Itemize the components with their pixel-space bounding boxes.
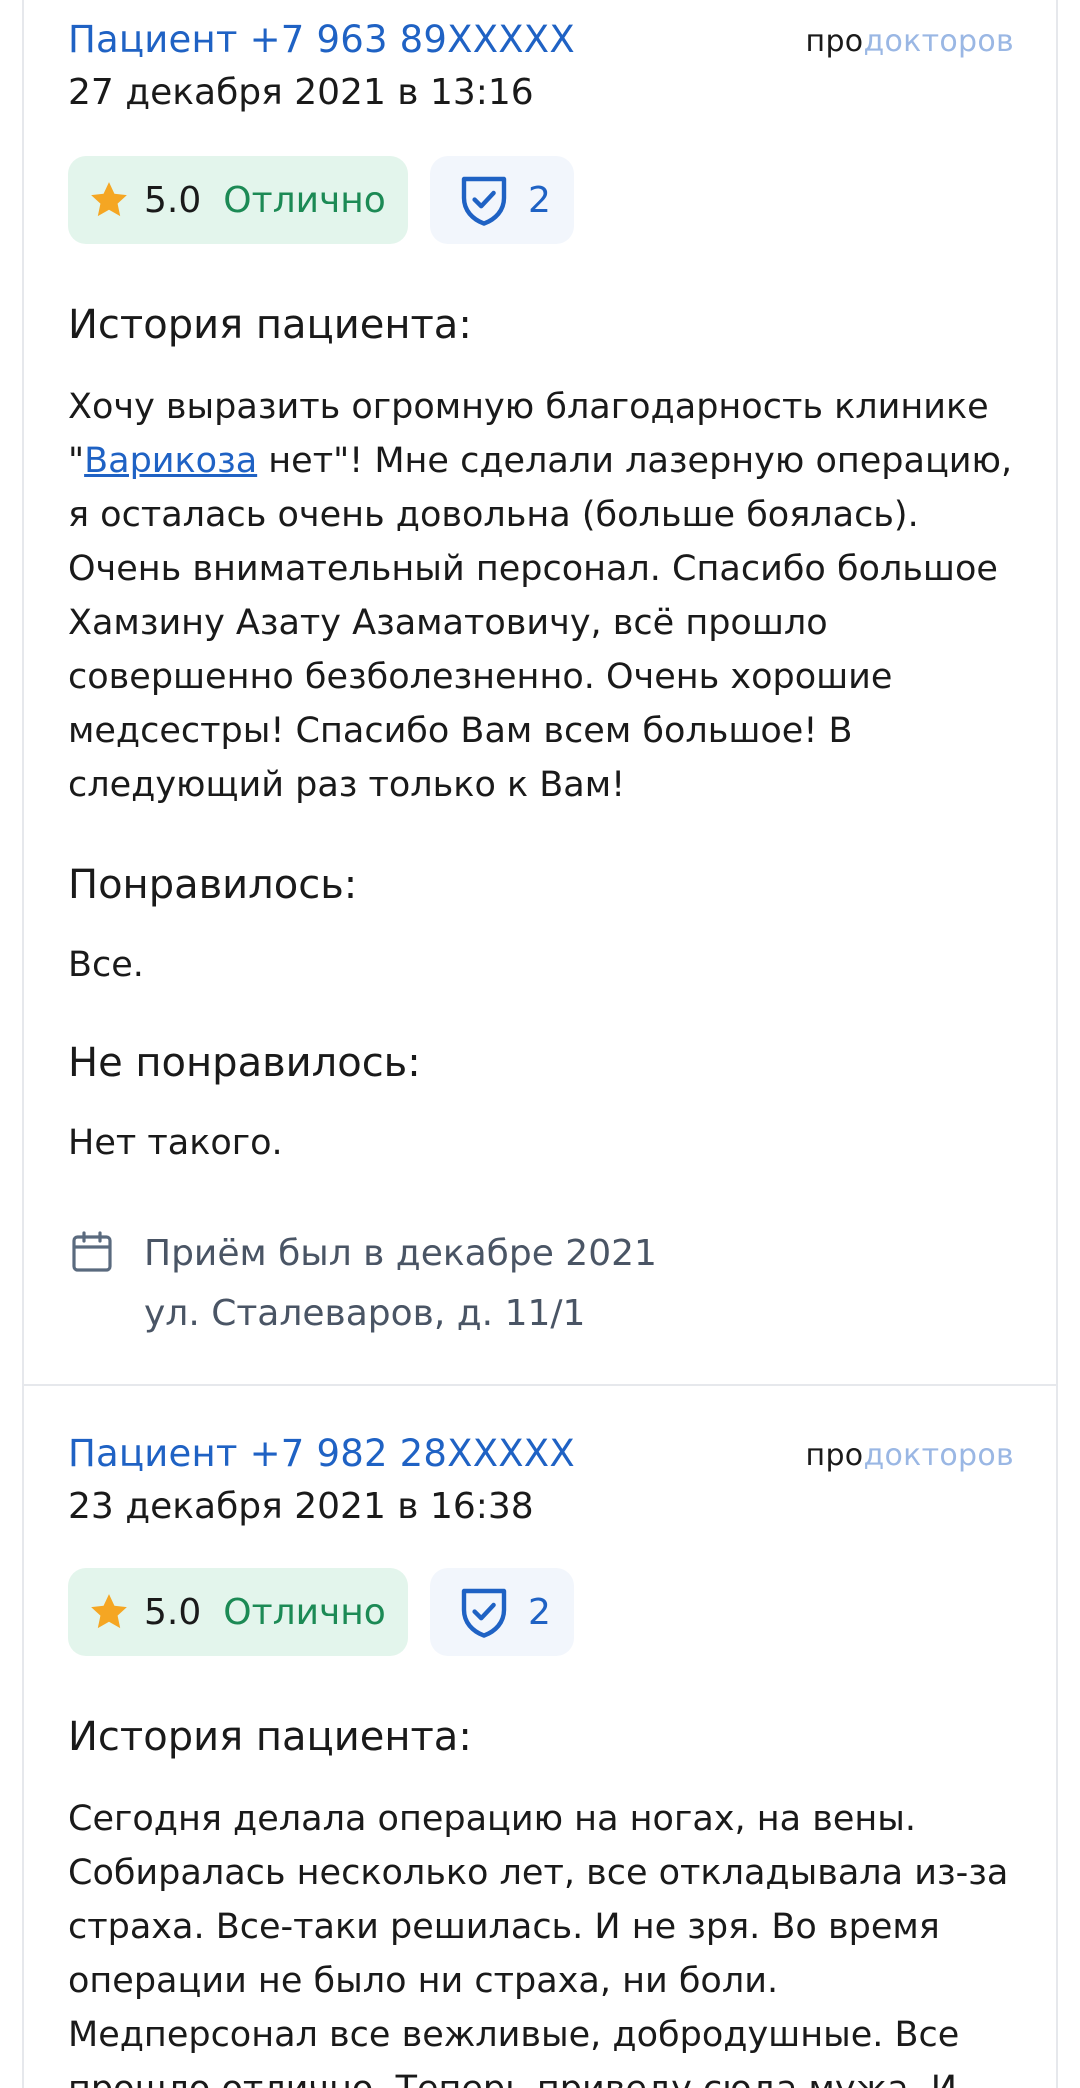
- review-badges: 5.0 Отлично 2: [68, 1568, 574, 1656]
- rating-value: 5.0: [144, 1591, 202, 1633]
- visit-info: Приём был в декабре 2021 ул. Сталеваров,…: [68, 1224, 657, 1344]
- disliked-title: Не понравилось:: [68, 1040, 421, 1086]
- visit-address[interactable]: ул. Сталеваров, д. 11/1: [144, 1284, 657, 1344]
- review-card: Пациент +7 982 28XXXXX продокторов 23 де…: [0, 1386, 1080, 2088]
- logo-rest: докторов: [863, 24, 1014, 59]
- rating-text: Отлично: [223, 1591, 386, 1633]
- history-title: История пациента:: [68, 302, 472, 348]
- shield-check-icon: [461, 176, 507, 226]
- star-icon: [91, 182, 127, 217]
- rating-badge[interactable]: 5.0 Отлично: [68, 1568, 408, 1656]
- review-badges: 5.0 Отлично 2: [68, 156, 574, 244]
- review-date: 27 декабря 2021 в 13:16: [68, 72, 534, 113]
- verified-badge[interactable]: 2: [430, 1568, 574, 1656]
- disliked-text: Нет такого.: [68, 1123, 283, 1163]
- review-date: 23 декабря 2021 в 16:38: [68, 1486, 534, 1527]
- review-author-link[interactable]: Пациент +7 963 89XXXXX: [68, 18, 575, 61]
- history-title: История пациента:: [68, 1714, 472, 1760]
- liked-text: Все.: [68, 945, 144, 985]
- visit-date: Приём был в декабре 2021: [144, 1233, 657, 1274]
- history-text: Хочу выразить огромную благодарность кли…: [68, 380, 1018, 812]
- history-text: Сегодня делала операцию на ногах, на вен…: [68, 1799, 1009, 2088]
- prodoctorov-logo: продокторов: [806, 1438, 1014, 1473]
- rating-value: 5.0: [144, 179, 202, 221]
- calendar-icon: [72, 1231, 112, 1272]
- verified-count: 2: [528, 179, 551, 221]
- history-text-after: нет"! Мне сделали лазерную операцию, я о…: [68, 441, 1013, 805]
- review-author-link[interactable]: Пациент +7 982 28XXXXX: [68, 1432, 575, 1475]
- reviews-page: Пациент +7 963 89XXXXX продокторов 27 де…: [0, 0, 1080, 2088]
- shield-check-icon: [461, 1588, 507, 1638]
- varikoza-link[interactable]: Варикоза: [84, 441, 257, 481]
- liked-title: Понравилось:: [68, 862, 358, 908]
- logo-pro: про: [805, 1438, 864, 1473]
- rating-text: Отлично: [223, 179, 386, 221]
- rating-badge[interactable]: 5.0 Отлично: [68, 156, 408, 244]
- prodoctorov-logo: продокторов: [806, 24, 1014, 59]
- verified-badge[interactable]: 2: [430, 156, 574, 244]
- star-icon: [91, 1594, 127, 1629]
- review-card: Пациент +7 963 89XXXXX продокторов 27 де…: [0, 0, 1080, 1384]
- verified-count: 2: [528, 1591, 551, 1633]
- logo-pro: про: [805, 24, 864, 59]
- logo-rest: докторов: [863, 1438, 1014, 1473]
